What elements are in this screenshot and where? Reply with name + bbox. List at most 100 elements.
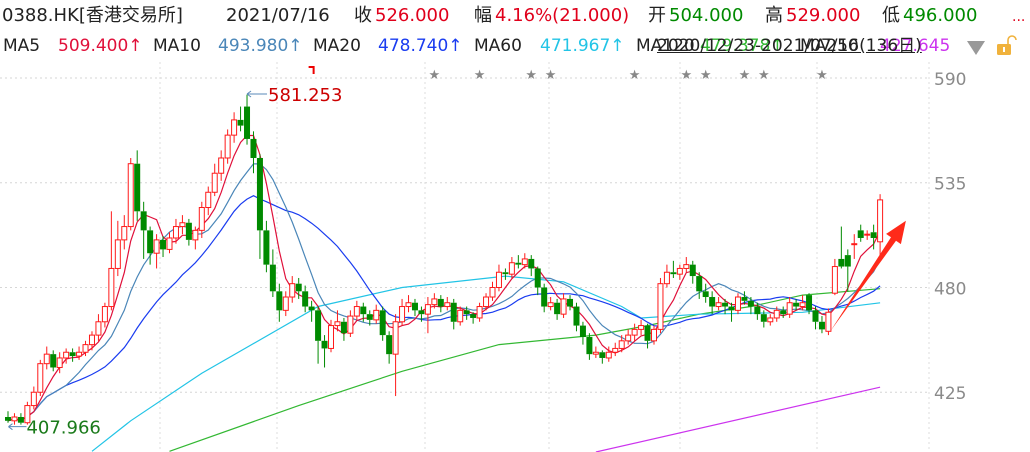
candle-up: [231, 112, 238, 143]
candle-body: [340, 321, 347, 334]
candle-down: [554, 298, 561, 320]
candle-body: [586, 337, 593, 355]
grid: [0, 62, 928, 452]
candle-body: [211, 172, 218, 193]
ma5-label: MA5: [3, 36, 41, 56]
candle-body: [192, 229, 199, 241]
candle-up: [121, 215, 128, 250]
open-value: 504.000: [669, 5, 744, 26]
candle-body: [741, 297, 748, 301]
candle-body: [709, 297, 716, 307]
candle-body: [547, 302, 554, 308]
event-star-icon: ★: [525, 68, 537, 83]
candle-down: [670, 260, 677, 278]
max-pointer: [246, 90, 268, 98]
candle-body: [495, 271, 502, 288]
candle-up: [114, 220, 121, 277]
candle-body: [734, 296, 741, 311]
candle-body: [153, 239, 160, 254]
candle-up: [476, 302, 483, 322]
candle-down: [702, 283, 709, 303]
ma10-label: MA10: [153, 36, 201, 56]
candle-body: [160, 239, 167, 250]
candle-down: [134, 150, 141, 221]
candle-down: [450, 298, 457, 330]
candle-up: [560, 293, 567, 318]
candle-up: [166, 232, 173, 254]
candle-body: [838, 258, 845, 267]
candle-body: [437, 298, 444, 307]
candle-up: [399, 298, 406, 326]
ma10-value: 493.980↑: [218, 36, 303, 56]
candle-down: [780, 306, 787, 318]
candle-down: [140, 201, 147, 259]
event-star-icon: ★: [429, 68, 441, 83]
candle-body: [237, 119, 244, 126]
candle-body: [256, 157, 263, 231]
candle-down: [244, 94, 251, 145]
candle-up: [218, 150, 225, 181]
candle-up: [638, 319, 645, 336]
candle-body: [457, 309, 464, 323]
more-button[interactable]: ...: [1012, 10, 1025, 24]
ma250-line: [595, 386, 881, 452]
candle-body: [185, 222, 192, 240]
candle-body: [282, 296, 289, 311]
candle-body: [864, 233, 871, 236]
candle-down: [17, 413, 24, 425]
unlocked-padlock-icon[interactable]: [995, 34, 1019, 58]
candle-body: [818, 321, 825, 330]
candle-body: [244, 106, 251, 139]
date-range-link[interactable]: 2020/12/23-2021/07/16(136日): [657, 38, 922, 55]
candle-body: [870, 232, 877, 238]
candle-down: [534, 266, 541, 296]
quote-date: 2021/07/16: [226, 5, 330, 26]
candle-down: [567, 295, 574, 311]
ma60-value: 471.967↑: [540, 36, 625, 56]
candle-body: [638, 325, 645, 330]
candle-body: [825, 311, 832, 332]
candle-body: [373, 309, 380, 321]
candle-up: [37, 359, 44, 397]
candle-body: [224, 134, 231, 159]
candle-down: [541, 283, 548, 313]
candle-body: [831, 266, 838, 294]
ma20-label: MA20: [313, 36, 361, 56]
candle-down: [838, 226, 845, 269]
candle-up: [101, 302, 108, 328]
min-pointer: [8, 423, 27, 431]
candle-body: [541, 287, 548, 307]
candle-body: [786, 302, 793, 315]
candle-up: [657, 277, 664, 334]
triangle-down-icon[interactable]: [965, 38, 987, 56]
change-value: 4.16%(21.000): [495, 5, 630, 26]
low-label: 低: [882, 5, 900, 26]
candle-down: [728, 302, 735, 322]
candle-body: [631, 328, 638, 336]
candle-down: [69, 348, 76, 362]
candle-up: [353, 300, 360, 320]
candle-body: [844, 255, 851, 267]
candle-up: [179, 215, 186, 235]
candle-body: [295, 283, 302, 292]
candle-body: [328, 325, 334, 349]
candle-down: [321, 335, 328, 368]
candle-body: [88, 334, 95, 346]
candle-down: [50, 350, 57, 372]
max-price-label: 581.253: [268, 85, 342, 106]
candle-body: [689, 264, 696, 277]
candle-up: [88, 331, 95, 351]
candle-body: [37, 363, 44, 393]
candle-up: [592, 346, 599, 358]
candle-down: [315, 306, 322, 364]
candle-up: [767, 314, 774, 326]
low-value: 496.000: [903, 5, 978, 26]
open-label: 开: [648, 5, 666, 26]
candle-body: [315, 310, 322, 341]
candle-up: [289, 276, 296, 303]
candle-body: [722, 302, 729, 307]
candle-down: [709, 291, 716, 315]
candle-body: [683, 264, 690, 269]
candle-down: [747, 297, 754, 315]
candle-up: [663, 264, 670, 288]
